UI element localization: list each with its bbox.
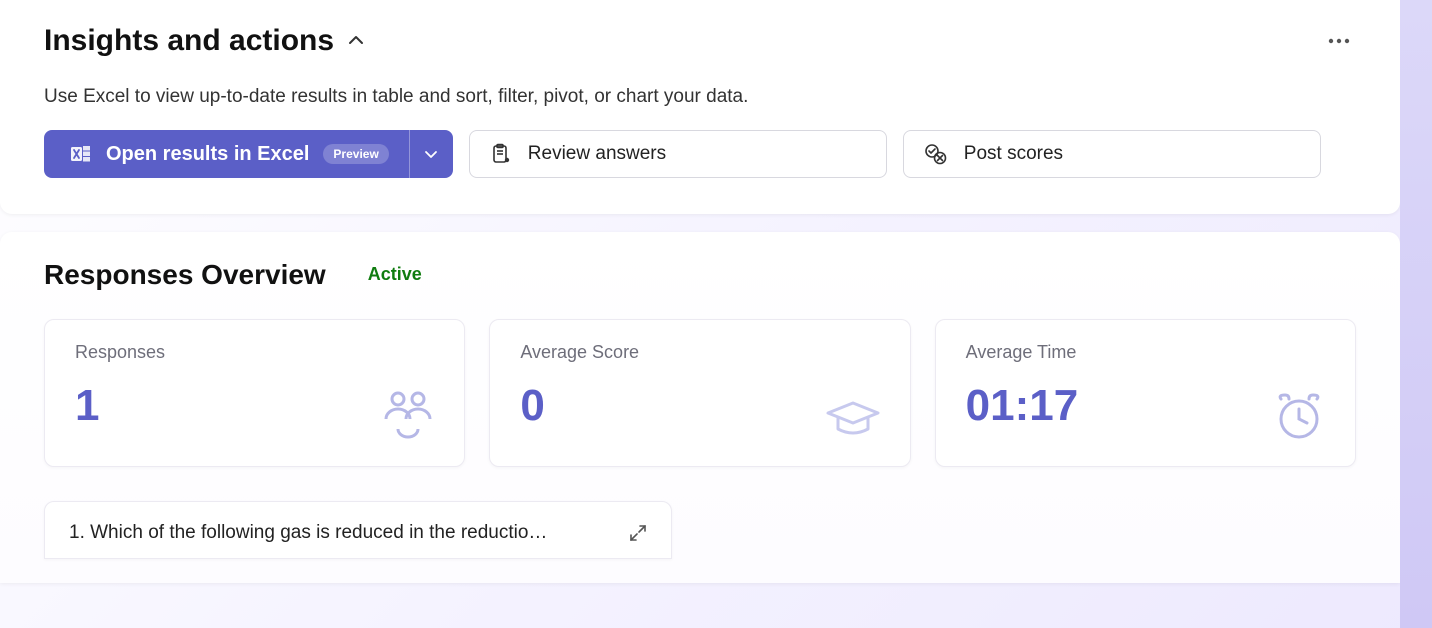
status-badge: Active <box>354 258 436 291</box>
preview-badge: Preview <box>323 144 388 164</box>
post-scores-label: Post scores <box>964 143 1063 165</box>
insights-title-wrap: Insights and actions <box>44 24 366 58</box>
review-answers-label: Review answers <box>528 143 666 165</box>
open-excel-button-group: Open results in Excel Preview <box>44 130 453 178</box>
more-menu-button[interactable] <box>1322 32 1356 50</box>
expand-button[interactable] <box>629 524 647 542</box>
collapse-toggle[interactable] <box>346 31 366 51</box>
question-card[interactable]: 1. Which of the following gas is reduced… <box>44 501 672 559</box>
excel-icon <box>70 143 92 165</box>
insights-title: Insights and actions <box>44 24 334 58</box>
overview-title: Responses Overview <box>44 259 326 291</box>
clock-icon <box>1271 391 1327 446</box>
right-edge-decoration <box>1400 0 1432 628</box>
review-answers-button[interactable]: Review answers <box>469 130 887 178</box>
more-horizontal-icon <box>1328 38 1350 44</box>
stats-row: Responses 1 Average Score 0 <box>44 319 1356 467</box>
chevron-down-icon <box>423 146 439 162</box>
question-text: 1. Which of the following gas is reduced… <box>69 522 547 544</box>
post-scores-button[interactable]: Post scores <box>903 130 1321 178</box>
people-icon <box>380 389 436 446</box>
graduation-cap-icon <box>824 397 882 446</box>
insights-header: Insights and actions <box>44 24 1356 58</box>
actions-row: Open results in Excel Preview Review a <box>44 130 1356 178</box>
overview-header: Responses Overview Active <box>44 258 1356 291</box>
insights-description: Use Excel to view up-to-date results in … <box>44 86 1356 108</box>
open-excel-label: Open results in Excel <box>106 143 309 166</box>
avg-time-label: Average Time <box>966 342 1325 363</box>
overview-card: Responses Overview Active Responses 1 Av… <box>0 232 1400 583</box>
clipboard-person-icon <box>490 143 512 165</box>
open-excel-button[interactable]: Open results in Excel Preview <box>44 130 409 178</box>
expand-icon <box>629 524 647 542</box>
avg-score-label: Average Score <box>520 342 879 363</box>
stat-card-avg-score[interactable]: Average Score 0 <box>489 319 910 467</box>
check-x-icon <box>924 143 948 165</box>
chevron-up-icon <box>346 31 366 51</box>
stat-card-responses[interactable]: Responses 1 <box>44 319 465 467</box>
responses-label: Responses <box>75 342 434 363</box>
stat-card-avg-time[interactable]: Average Time 01:17 <box>935 319 1356 467</box>
insights-card: Insights and actions Use Excel to view u… <box>0 0 1400 214</box>
open-excel-dropdown-button[interactable] <box>409 130 453 178</box>
